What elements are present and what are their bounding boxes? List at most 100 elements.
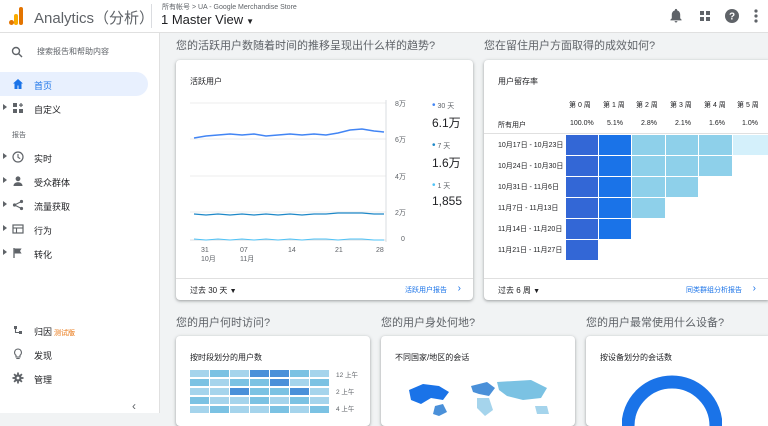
legend-name: 7 天 <box>437 143 451 150</box>
legend-name: 30 天 <box>437 103 455 110</box>
question-device: 您的用户最常使用什么设备? <box>586 317 725 329</box>
heatmap-row-4 <box>190 397 329 404</box>
card-title: 用户留存率 <box>498 77 538 86</box>
sidebar-item-admin[interactable]: 管理 <box>0 366 160 390</box>
retention-cell[interactable] <box>666 156 698 176</box>
bell-icon[interactable] <box>668 8 684 24</box>
reports-heading: 报告 <box>12 132 26 139</box>
retention-cell[interactable] <box>733 135 768 155</box>
retention-cell[interactable] <box>599 198 631 218</box>
retention-cell[interactable] <box>599 135 631 155</box>
date-range-dropdown[interactable]: 过去 6 周 ▼ <box>498 285 540 296</box>
search-box[interactable]: 搜索报告和帮助内容 <box>0 43 160 61</box>
card-title: 按时段划分的用户数 <box>190 353 262 362</box>
time-label: 4 上午 <box>336 406 355 413</box>
retention-cell[interactable] <box>566 198 598 218</box>
retention-cell[interactable] <box>632 135 665 155</box>
retention-cell[interactable] <box>632 177 665 197</box>
heatmap-row-5 <box>190 406 329 413</box>
sidebar-item-behavior[interactable]: 行为 <box>0 217 160 241</box>
heatmap-row-2 <box>190 379 329 386</box>
y-tick-60k: 6万 <box>395 137 406 144</box>
retention-cell[interactable] <box>599 177 631 197</box>
retention-cell[interactable] <box>566 177 598 197</box>
sidebar-item-home[interactable]: 首页 <box>0 72 148 96</box>
retention-cell[interactable] <box>632 198 665 218</box>
all-users-label: 所有用户 <box>498 122 526 129</box>
sidebar-item-label: 转化 <box>34 250 53 260</box>
cohort-row-label: 10月24日 - 10月30日 <box>498 163 564 170</box>
sidebar-item-customize[interactable]: 自定义 <box>0 96 160 120</box>
sidebar-item-label: 实时 <box>34 154 53 164</box>
sidebar-item-audience[interactable]: 受众群体 <box>0 169 160 193</box>
card-title: 不同国家/地区的会话 <box>395 353 470 362</box>
legend-name: 1 天 <box>437 183 451 190</box>
chevron-right-icon[interactable]: › <box>753 283 756 294</box>
x-tick: 21 <box>335 247 343 254</box>
legend-value: 1.6万 <box>432 156 461 170</box>
sidebar-item-label: 首页 <box>34 81 53 91</box>
more-vert-icon[interactable] <box>748 8 764 24</box>
retention-cell[interactable] <box>566 156 598 176</box>
legend-dot: • <box>432 180 436 191</box>
expand-arrow-icon <box>3 104 7 110</box>
retention-cell[interactable] <box>666 135 698 155</box>
retention-cell[interactable] <box>632 156 665 176</box>
retention-value: 5.1% <box>607 120 623 127</box>
retention-cell[interactable] <box>566 219 598 239</box>
x-tick: 07 11月 <box>240 247 254 264</box>
column-header: 第 1 周 <box>603 102 625 109</box>
sidebar-item-label: 归因 测试版 <box>34 325 75 338</box>
apps-grid-icon[interactable] <box>697 8 713 24</box>
expand-arrow-icon <box>3 153 7 159</box>
date-range-label: 过去 30 天 <box>190 286 228 295</box>
search-placeholder: 搜索报告和帮助内容 <box>37 47 109 56</box>
expand-arrow-icon <box>3 225 7 231</box>
sidebar-item-label: 自定义 <box>34 105 62 115</box>
y-tick-20k: 2万 <box>395 210 406 217</box>
lightbulb-icon <box>14 348 22 360</box>
retention-cell[interactable] <box>699 135 732 155</box>
x-tick-month: 10月 <box>201 256 216 263</box>
home-icon <box>13 79 23 89</box>
heatmap-row-1 <box>190 370 329 377</box>
sidebar-item-discover[interactable]: 发现 <box>0 342 160 366</box>
sidebar-item-acquisition[interactable]: 流量获取 <box>0 193 160 217</box>
collapse-sidebar-button[interactable]: ‹ <box>132 399 136 413</box>
x-tick: 28 <box>376 247 384 254</box>
x-tick-day: 21 <box>335 247 343 254</box>
heatmap-row-3 <box>190 388 329 395</box>
x-tick-day: 31 <box>201 247 209 254</box>
breadcrumb[interactable]: 所有帐号 > UA - Google Merchandise Store <box>162 2 297 12</box>
sidebar-item-label: 管理 <box>34 375 53 385</box>
expand-arrow-icon <box>3 249 7 255</box>
retention-cell[interactable] <box>566 240 598 260</box>
active-users-report-link[interactable]: 活跃用户报告 <box>405 285 447 295</box>
retention-cell[interactable] <box>599 156 631 176</box>
retention-cell[interactable] <box>599 219 631 239</box>
card-footer: 过去 6 周 ▼ 同类群组分析报告 › <box>484 278 768 300</box>
cohort-report-link[interactable]: 同类群组分析报告 <box>686 285 742 295</box>
sidebar-item-conversions[interactable]: 转化 <box>0 241 160 265</box>
y-tick-40k: 4万 <box>395 174 406 181</box>
chevron-right-icon[interactable]: › <box>458 283 461 294</box>
x-tick-day: 07 <box>240 247 248 254</box>
retention-cell[interactable] <box>699 156 732 176</box>
app-title: Analytics（分析） <box>34 10 155 27</box>
sidebar-item-realtime[interactable]: 实时 <box>0 145 160 169</box>
sidebar-item-label: 行为 <box>34 226 53 236</box>
legend-dot: • <box>432 140 436 151</box>
analytics-logo-icon[interactable] <box>9 7 23 25</box>
date-range-dropdown[interactable]: 过去 30 天 ▼ <box>190 285 237 296</box>
sidebar-item-attribution[interactable]: 归因 测试版 <box>0 318 160 342</box>
help-icon[interactable]: ? <box>724 8 740 24</box>
view-selector[interactable]: 1 Master View ▼ <box>161 12 254 27</box>
x-tick-day: 14 <box>288 247 296 254</box>
question-where: 您的用户身处何地? <box>381 317 476 329</box>
legend-30-day: • 30 天 6.1万 <box>432 100 461 131</box>
person-icon <box>13 176 23 186</box>
legend-1-day: • 1 天 1,855 <box>432 180 462 208</box>
retention-cell[interactable] <box>566 135 598 155</box>
retention-cell[interactable] <box>666 177 698 197</box>
time-label: 2 上午 <box>336 389 355 396</box>
